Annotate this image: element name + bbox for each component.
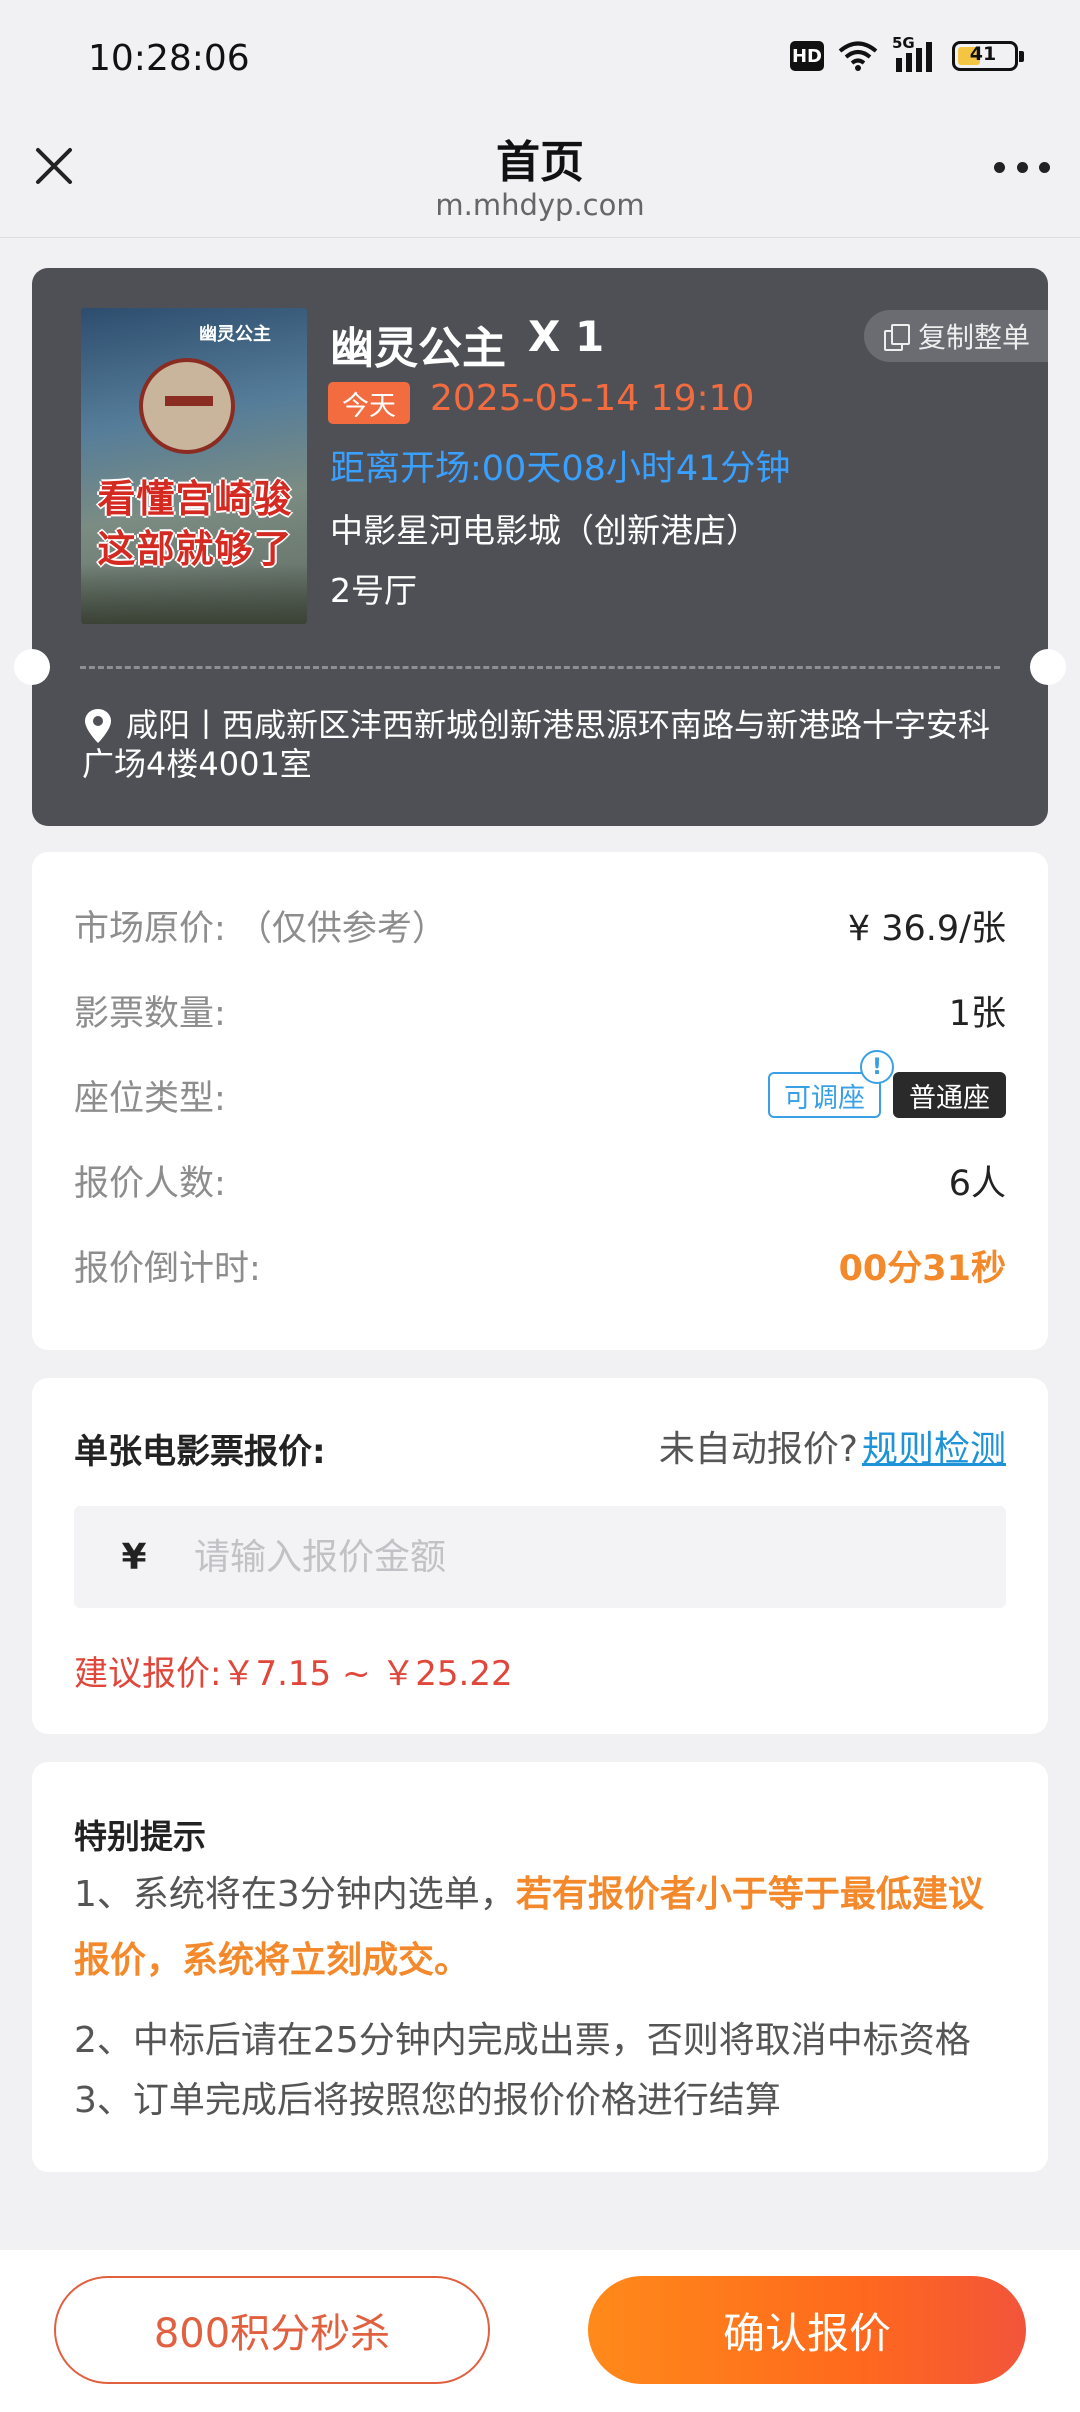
status-icons: HD 5G 41 bbox=[790, 34, 1024, 72]
bid-label: 单张电影票报价: bbox=[74, 1432, 326, 1472]
seat-tag-normal: 普通座 bbox=[893, 1072, 1006, 1118]
ticket-count-value: 1张 bbox=[948, 993, 1006, 1034]
confirm-bid-button[interactable]: 确认报价 bbox=[588, 2276, 1026, 2384]
page-title: 首页 bbox=[496, 137, 584, 188]
page-url: m.mhdyp.com bbox=[435, 188, 645, 222]
hd-icon: HD bbox=[790, 41, 824, 71]
bidders-value: 6人 bbox=[948, 1163, 1006, 1204]
notice-line-1-prefix: 1、系统将在3分钟内选单， bbox=[74, 1874, 516, 1915]
ticket-count-label: 影票数量: bbox=[74, 993, 226, 1034]
more-dot bbox=[1016, 161, 1028, 173]
suggested-price: 建议报价:￥7.15 ~ ￥25.22 bbox=[74, 1654, 513, 1694]
notice-card: 特别提示 1、系统将在3分钟内选单，若有报价者小于等于最低建议报价，系统将立刻成… bbox=[32, 1762, 1048, 2172]
market-price-value: ¥ 36.9/张 bbox=[847, 908, 1006, 949]
seat-type-label: 座位类型: bbox=[74, 1078, 226, 1119]
battery-tip bbox=[1019, 51, 1024, 62]
movie-card: 幽灵公主 看懂宫崎骏 这部就够了 幽灵公主 X 1 复制整单 今天 2025-0… bbox=[14, 268, 1066, 826]
copy-order-label: 复制整单 bbox=[917, 321, 1030, 354]
bid-card: 单张电影票报价: 未自动报价? 规则检测 ¥ 建议报价:￥7.15 ~ ￥25.… bbox=[32, 1378, 1048, 1734]
bid-input-wrap: ¥ bbox=[74, 1506, 1006, 1608]
ticket-quantity: X 1 bbox=[528, 312, 605, 361]
ticket-info-card: 市场原价: （仅供参考） ¥ 36.9/张 影票数量: 1张 座位类型: 可调座… bbox=[32, 852, 1048, 1350]
rule-check-link[interactable]: 规则检测 bbox=[862, 1420, 1006, 1472]
ticket-notch-right bbox=[1030, 649, 1066, 685]
today-badge: 今天 bbox=[328, 382, 410, 424]
start-countdown: 距离开场:00天08小时41分钟 bbox=[330, 449, 791, 489]
showtime: 2025-05-14 19:10 bbox=[430, 378, 755, 419]
info-row-seat-type: 座位类型: 可调座 ! 普通座 bbox=[74, 1050, 1006, 1120]
poster-logo: 幽灵公主 bbox=[199, 324, 271, 345]
info-row-bidders: 报价人数: 6人 bbox=[74, 1155, 1006, 1205]
flash-sale-button[interactable]: 800积分秒杀 bbox=[54, 2276, 490, 2384]
copy-order-button[interactable]: 复制整单 bbox=[863, 310, 1048, 362]
ticket-notch-left bbox=[14, 649, 50, 685]
more-icon[interactable] bbox=[994, 160, 1050, 174]
info-row-bid-countdown: 报价倒计时: 00分31秒 bbox=[74, 1240, 1006, 1290]
bid-countdown-label: 报价倒计时: bbox=[74, 1248, 261, 1289]
status-bar: 10:28:06 HD 5G 41 bbox=[0, 0, 1080, 118]
bid-amount-input[interactable] bbox=[194, 1506, 1006, 1608]
currency-symbol: ¥ bbox=[121, 1536, 147, 1578]
poster-ground bbox=[81, 564, 307, 624]
notice-title: 特别提示 bbox=[74, 1817, 206, 1856]
ticket-divider bbox=[80, 666, 1000, 669]
cinema-address: 咸阳丨西咸新区沣西新城创新港思源环南路与新港路十字安科广场4楼4001室 bbox=[82, 706, 991, 783]
more-dot bbox=[1039, 161, 1050, 173]
info-icon[interactable]: ! bbox=[860, 1050, 894, 1084]
poster-figure bbox=[139, 358, 235, 454]
status-time: 10:28:06 bbox=[88, 38, 250, 79]
seat-type-tags: 可调座 ! 普通座 bbox=[768, 1050, 1006, 1118]
wifi-icon bbox=[838, 41, 878, 71]
cinema-name: 中影星河电影城（创新港店） bbox=[330, 511, 759, 550]
more-dot bbox=[994, 161, 1005, 173]
movie-title: 幽灵公主 bbox=[330, 323, 506, 374]
bottom-action-bar: 800积分秒杀 确认报价 bbox=[0, 2250, 1080, 2412]
market-price-label: 市场原价: （仅供参考） bbox=[74, 908, 447, 949]
battery-icon: 41 bbox=[952, 41, 1024, 71]
copy-icon bbox=[883, 324, 910, 351]
poster-tagline-2: 这部就够了 bbox=[97, 527, 293, 571]
bid-rule-hint: 未自动报价? 规则检测 bbox=[659, 1420, 1006, 1472]
movie-poster: 幽灵公主 看懂宫崎骏 这部就够了 bbox=[81, 308, 307, 624]
hall-name: 2号厅 bbox=[330, 571, 417, 610]
bidders-label: 报价人数: bbox=[74, 1163, 226, 1204]
navbar: 首页 m.mhdyp.com bbox=[0, 118, 1080, 238]
info-row-market-price: 市场原价: （仅供参考） ¥ 36.9/张 bbox=[74, 900, 1006, 950]
notice-line-2: 2、中标后请在25分钟内完成出票，否则将取消中标资格 bbox=[74, 2020, 971, 2061]
notice-line-3: 3、订单完成后将按照您的报价价格进行结算 bbox=[74, 2080, 781, 2121]
bid-countdown-value: 00分31秒 bbox=[838, 1248, 1006, 1289]
battery-level: 41 bbox=[969, 43, 997, 65]
no-auto-bid-text: 未自动报价? bbox=[658, 1429, 858, 1470]
notice-line-1: 1、系统将在3分钟内选单，若有报价者小于等于最低建议报价，系统将立刻成交。 bbox=[74, 1862, 1012, 1994]
info-row-ticket-count: 影票数量: 1张 bbox=[74, 985, 1006, 1035]
signal-icon: 5G bbox=[892, 34, 938, 72]
poster-tagline-1: 看懂宫崎骏 bbox=[97, 477, 293, 521]
